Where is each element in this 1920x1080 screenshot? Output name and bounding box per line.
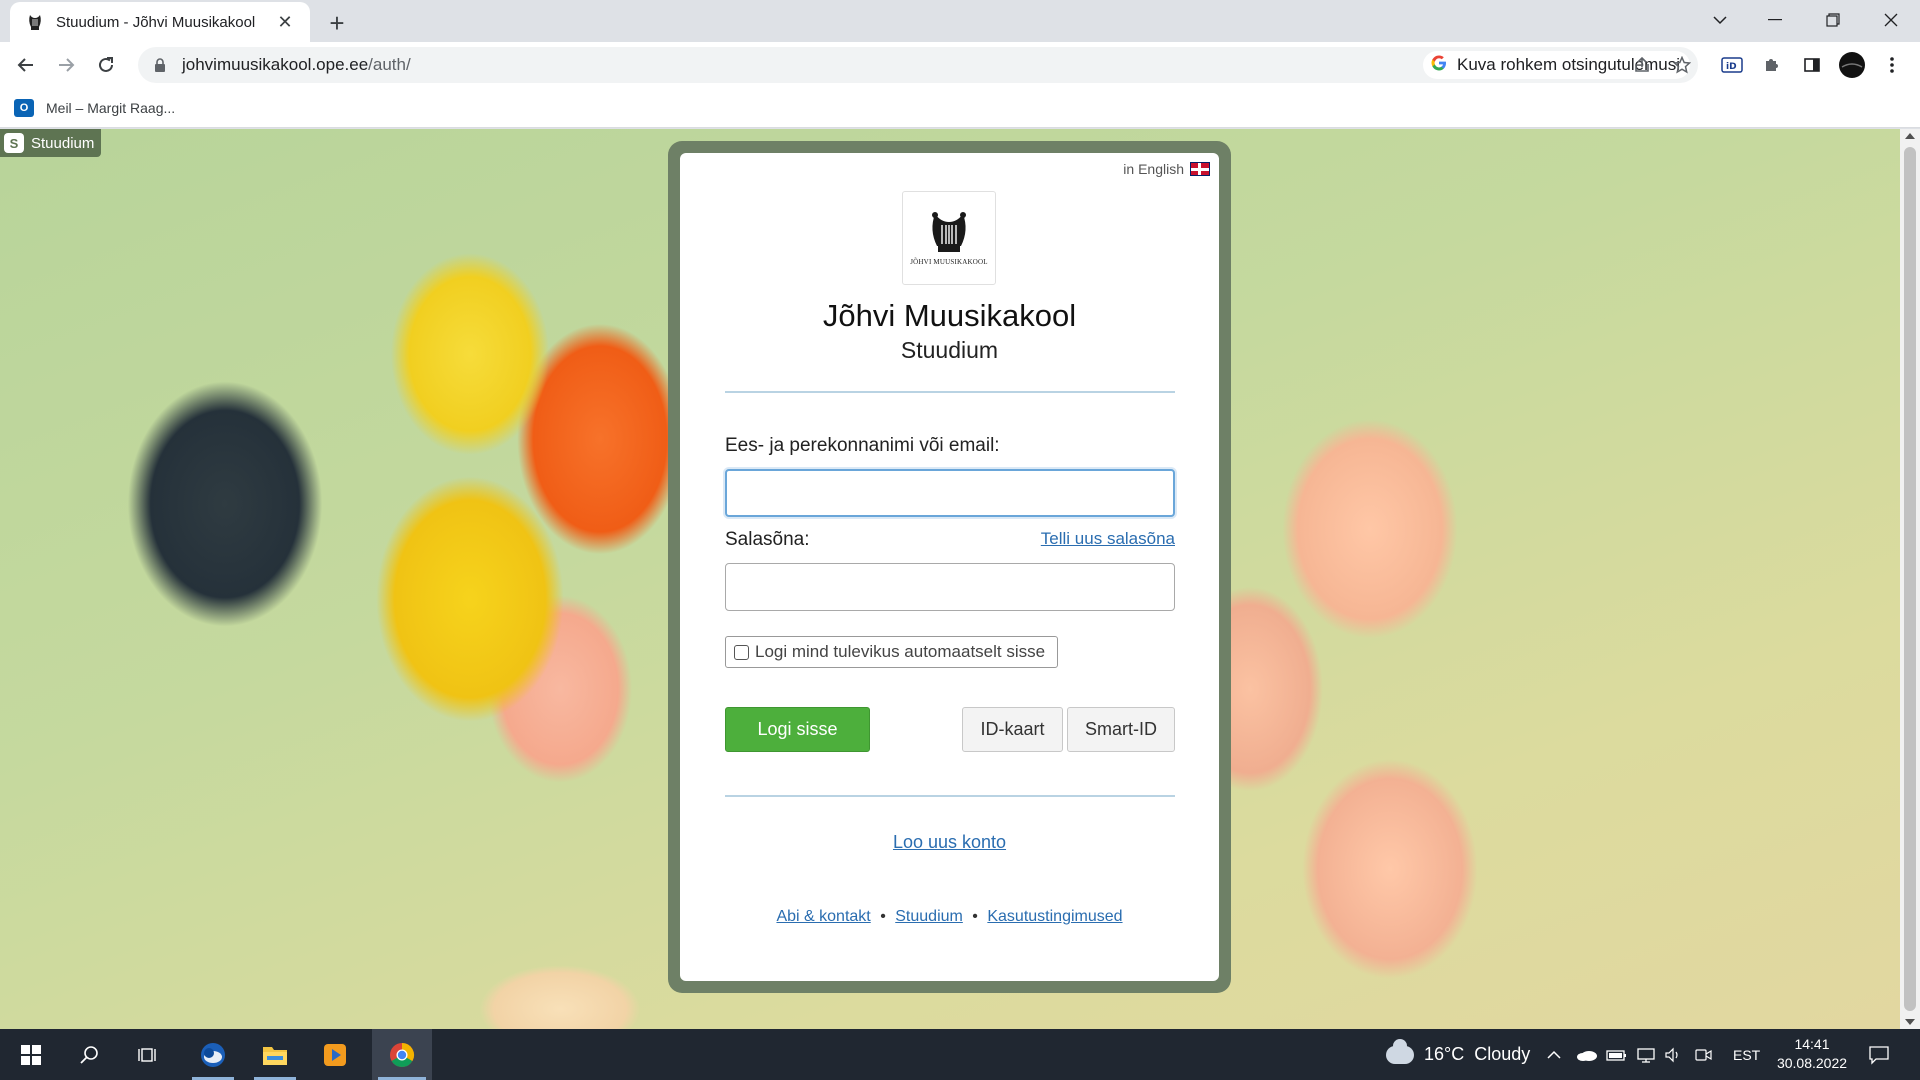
bookmark-star-icon[interactable] xyxy=(1666,49,1698,81)
browser-toolbar: johvimuusikakool.ope.ee/auth/ Kuva rohke… xyxy=(0,42,1920,88)
taskbar-outlook-icon[interactable] xyxy=(186,1029,240,1080)
network-icon[interactable] xyxy=(1636,1029,1656,1080)
show-hidden-icons-chevron-icon[interactable] xyxy=(1546,1029,1562,1080)
media-player-icon[interactable] xyxy=(308,1029,362,1080)
divider-bottom xyxy=(725,795,1175,797)
smart-id-button[interactable]: Smart-ID xyxy=(1067,707,1175,752)
lock-icon[interactable] xyxy=(150,55,170,75)
password-input[interactable] xyxy=(725,563,1175,611)
id-card-button[interactable]: ID-kaart xyxy=(962,707,1063,752)
bookmark-outlook[interactable]: O Meil – Margit Raag... xyxy=(14,95,175,121)
language-switch[interactable]: in English xyxy=(1123,161,1210,177)
browser-tab[interactable]: Stuudium - Jõhvi Muusikakool ✕ xyxy=(10,2,310,42)
extensions-puzzle-icon[interactable] xyxy=(1756,49,1788,81)
help-contact-link[interactable]: Abi & kontakt xyxy=(776,908,870,925)
footer-links: Abi & kontakt • Stuudium • Kasutustingim… xyxy=(680,908,1219,926)
scrollbar-thumb[interactable] xyxy=(1904,147,1916,1011)
taskbar-clock[interactable]: 14:41 30.08.2022 xyxy=(1770,1035,1854,1073)
svg-text:iD: iD xyxy=(1726,62,1737,72)
notifications-icon[interactable] xyxy=(1868,1029,1890,1080)
footer-separator: • xyxy=(972,908,978,925)
minimize-icon[interactable] xyxy=(1750,0,1800,40)
login-frame: in English JÕHVI MUUSIKAKOOL Jõhvi Muusi… xyxy=(668,141,1231,993)
create-account-link[interactable]: Loo uus konto xyxy=(893,832,1006,852)
login-button[interactable]: Logi sisse xyxy=(725,707,870,752)
divider-top xyxy=(725,391,1175,393)
page-background: S Stuudium in English JÕHVI MUUSIKAKOOL … xyxy=(0,129,1900,1029)
id-extension-icon[interactable]: iD xyxy=(1716,49,1748,81)
taskbar: 16°C Cloudy EST 14:41 30.08.2022 xyxy=(0,1029,1920,1080)
lyre-favicon-icon xyxy=(26,13,44,31)
new-tab-icon[interactable]: + xyxy=(322,8,352,38)
windows-start-icon[interactable] xyxy=(4,1029,58,1080)
input-language[interactable]: EST xyxy=(1733,1029,1760,1080)
profile-avatar[interactable] xyxy=(1836,49,1868,81)
file-explorer-icon[interactable] xyxy=(248,1029,302,1080)
footer-separator: • xyxy=(880,908,886,925)
back-arrow-icon[interactable] xyxy=(10,49,42,81)
address-bar[interactable]: johvimuusikakool.ope.ee/auth/ Kuva rohke… xyxy=(138,47,1698,83)
uk-flag-icon[interactable] xyxy=(1190,162,1210,176)
task-view-icon[interactable] xyxy=(122,1029,176,1080)
url-text: johvimuusikakool.ope.ee/auth/ xyxy=(182,55,411,74)
forgot-password-link[interactable]: Telli uus salasõna xyxy=(1041,529,1175,549)
stuudium-link[interactable]: Stuudium xyxy=(895,908,963,925)
forward-arrow-icon[interactable] xyxy=(50,49,82,81)
checkbox-box[interactable] xyxy=(734,644,749,660)
bookmarks-bar: O Meil – Margit Raag... xyxy=(0,88,1920,128)
scroll-down-icon[interactable] xyxy=(1905,1019,1915,1025)
search-icon[interactable] xyxy=(62,1029,116,1080)
remember-me-checkbox[interactable]: Logi mind tulevikus automaatselt sisse xyxy=(725,636,1059,668)
window-close-icon[interactable] xyxy=(1866,0,1916,40)
battery-icon[interactable] xyxy=(1606,1029,1628,1080)
stuudium-logo-icon: S xyxy=(4,133,24,153)
lyre-logo-icon xyxy=(932,212,966,252)
page-subtitle: Stuudium xyxy=(900,337,999,363)
school-logo: JÕHVI MUUSIKAKOOL xyxy=(902,191,996,285)
school-name: Jõhvi Muusikakool xyxy=(822,298,1077,333)
username-input[interactable] xyxy=(725,469,1175,517)
cloud-icon xyxy=(1386,1038,1414,1064)
tab-title: Stuudium - Jõhvi Muusikakool xyxy=(56,13,256,31)
tab-search-chevron-icon[interactable] xyxy=(1695,0,1745,40)
restore-icon[interactable] xyxy=(1808,0,1858,40)
weather-widget[interactable]: 16°C Cloudy xyxy=(1386,1029,1530,1080)
stuudium-badge[interactable]: S Stuudium xyxy=(0,129,102,157)
chrome-taskbar-icon[interactable] xyxy=(372,1029,432,1080)
page-scrollbar[interactable] xyxy=(1900,129,1920,1029)
meet-now-icon[interactable] xyxy=(1694,1029,1714,1080)
outlook-icon: O xyxy=(14,99,34,117)
share-icon[interactable] xyxy=(1626,49,1658,81)
reload-icon[interactable] xyxy=(90,49,122,81)
side-panel-icon[interactable] xyxy=(1796,49,1828,81)
google-g-icon xyxy=(1431,55,1447,76)
scroll-up-icon[interactable] xyxy=(1905,133,1915,139)
password-label: Salasõna: xyxy=(725,529,810,550)
onedrive-cloud-icon[interactable] xyxy=(1576,1029,1598,1080)
username-label: Ees- ja perekonnanimi või email: xyxy=(725,435,1000,456)
volume-icon[interactable] xyxy=(1664,1029,1684,1080)
tab-close-icon[interactable]: ✕ xyxy=(274,11,296,33)
new-account-row: Loo uus konto xyxy=(680,832,1219,853)
chrome-menu-icon[interactable] xyxy=(1876,49,1908,81)
terms-link[interactable]: Kasutustingimused xyxy=(987,908,1122,925)
tab-strip: Stuudium - Jõhvi Muusikakool ✕ + xyxy=(0,0,1920,42)
login-card: in English JÕHVI MUUSIKAKOOL Jõhvi Muusi… xyxy=(680,153,1219,981)
